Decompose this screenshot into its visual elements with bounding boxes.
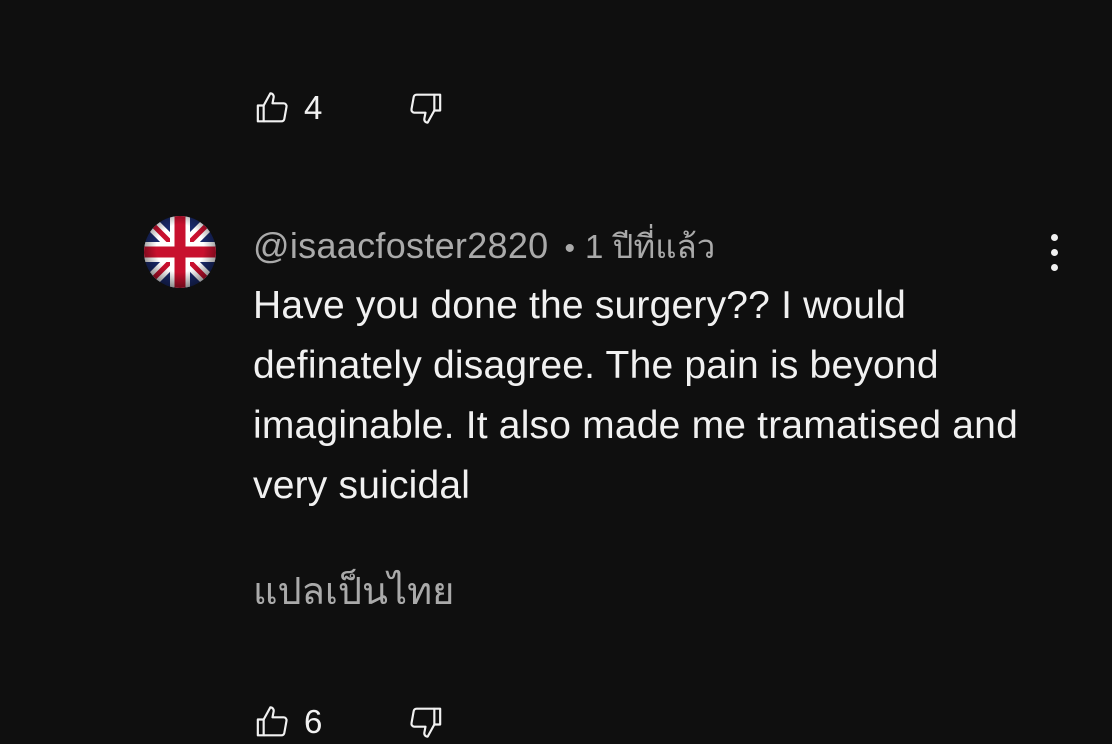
like-count: 6 xyxy=(304,703,323,740)
more-vertical-icon-dot xyxy=(1050,263,1058,271)
thumbs-down-icon xyxy=(406,88,446,128)
like-count: 4 xyxy=(304,89,323,126)
comment-author[interactable]: @isaacfoster2820 xyxy=(253,225,549,267)
union-jack-flag-icon xyxy=(144,216,216,288)
comment-text: Have you done the surgery?? I would defi… xyxy=(253,284,1018,507)
more-vertical-icon xyxy=(1050,233,1058,241)
thumbs-down-icon xyxy=(406,702,446,742)
thumbs-up-icon xyxy=(252,88,292,128)
like-button[interactable] xyxy=(250,700,294,744)
comment-menu-button[interactable] xyxy=(1032,228,1076,276)
comment-timestamp[interactable]: 1 ปีที่แล้ว xyxy=(585,220,715,273)
comment-header: @isaacfoster2820 • 1 ปีที่แล้ว xyxy=(253,220,715,273)
dislike-button[interactable] xyxy=(404,86,448,130)
translate-button[interactable]: แปลเป็นไทย xyxy=(253,560,454,621)
more-vertical-icon-dot xyxy=(1050,248,1058,256)
like-button[interactable] xyxy=(250,86,294,130)
header-separator: • xyxy=(564,232,576,265)
dislike-button[interactable] xyxy=(404,700,448,744)
avatar[interactable] xyxy=(144,216,216,288)
previous-comment-actions: 4 xyxy=(254,86,448,130)
thumbs-up-icon xyxy=(252,702,292,742)
comment-actions: 6 xyxy=(254,700,448,744)
